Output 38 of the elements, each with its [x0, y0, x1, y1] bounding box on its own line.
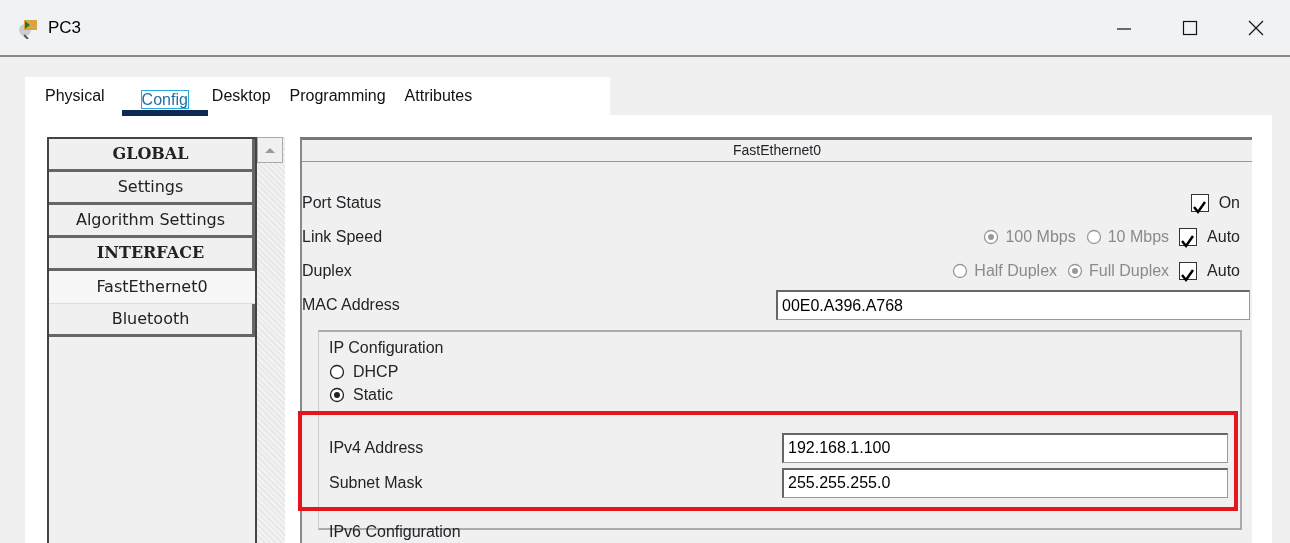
- input-field[interactable]: 00E0.A396.A768: [776, 290, 1250, 320]
- radio-label: DHCP: [353, 361, 399, 382]
- field-label: MAC Address: [302, 295, 400, 315]
- radio-label: 100 Mbps: [1005, 227, 1076, 247]
- input-field[interactable]: 192.168.1.100: [782, 432, 1228, 463]
- section-title: IPv6 Configuration: [329, 522, 462, 542]
- checkbox-label: Auto: [1207, 227, 1240, 247]
- sidebar-item[interactable]: Settings: [49, 172, 255, 205]
- sidebar-item[interactable]: INTERFACE: [49, 238, 255, 271]
- field-label: Subnet Mask: [329, 472, 423, 493]
- maximize-icon[interactable]: [1182, 19, 1198, 36]
- window-title: PC3: [48, 16, 82, 39]
- sidebar-item[interactable]: Bluetooth: [49, 304, 255, 337]
- checkbox[interactable]: [1190, 194, 1209, 212]
- tab[interactable]: Attributes: [404, 88, 492, 104]
- checkbox-label: Auto: [1207, 261, 1240, 281]
- radio-button[interactable]: [329, 386, 345, 403]
- tab[interactable]: Physical: [45, 88, 124, 104]
- field-label: Duplex: [302, 261, 352, 281]
- checkbox[interactable]: [1179, 228, 1198, 246]
- radio-label: Static: [353, 384, 393, 405]
- field-label: Link Speed: [302, 227, 383, 247]
- sidebar-item[interactable]: Algorithm Settings: [49, 205, 255, 238]
- radio-label: 10 Mbps: [1107, 227, 1170, 247]
- section-title: IP Configuration: [329, 338, 445, 358]
- tab[interactable]: Desktop: [211, 88, 290, 104]
- radio-label: Half Duplex: [974, 261, 1058, 281]
- checkbox-label: On: [1218, 193, 1240, 213]
- radio-button[interactable]: [329, 363, 345, 380]
- checkbox[interactable]: [1179, 262, 1198, 280]
- radio-label: Full Duplex: [1089, 261, 1170, 281]
- input-field[interactable]: 255.255.255.0: [782, 467, 1228, 498]
- sidebar-item[interactable]: GLOBAL: [49, 139, 255, 172]
- field-label: Port Status: [302, 193, 382, 213]
- field-label: IPv4 Address: [329, 437, 424, 458]
- sidebar-item[interactable]: FastEthernet0: [49, 271, 255, 304]
- close-icon[interactable]: [1248, 19, 1264, 36]
- tab[interactable]: Programming: [289, 88, 405, 104]
